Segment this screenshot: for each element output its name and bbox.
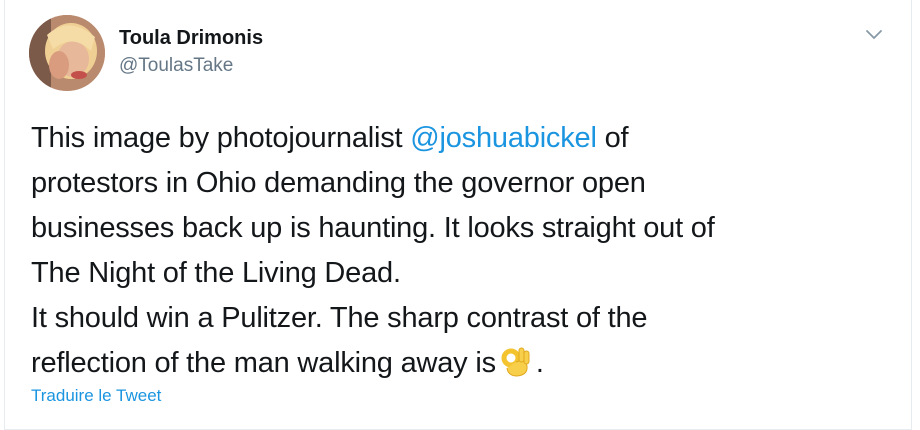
ok-hand-emoji-icon bbox=[499, 344, 533, 378]
tweet-menu-button[interactable] bbox=[863, 26, 885, 42]
tweet-text-line: It should win a Pulitzer. The sharp cont… bbox=[31, 302, 648, 334]
tweet-text-line: The Night of the Living Dead. bbox=[31, 257, 401, 289]
author-display-name[interactable]: Toula Drimonis bbox=[119, 26, 263, 50]
mention-link[interactable]: @joshuabickel bbox=[410, 122, 597, 154]
avatar-photo bbox=[29, 15, 105, 91]
author-block[interactable]: Toula Drimonis @ToulasTake bbox=[119, 26, 263, 78]
author-handle[interactable]: @ToulasTake bbox=[119, 54, 263, 78]
tweet-text-segment: reflection of the man walking away is bbox=[31, 347, 496, 379]
tweet-text-line: reflection of the man walking away is. bbox=[31, 341, 901, 386]
tweet-text-line: protestors in Ohio demanding the governo… bbox=[31, 167, 646, 199]
tweet-text-segment: . bbox=[535, 347, 544, 379]
translate-tweet-link[interactable]: Traduire le Tweet bbox=[31, 386, 161, 406]
chevron-down-icon bbox=[866, 30, 882, 39]
tweet-text-segment: of bbox=[596, 122, 629, 154]
tweet-card[interactable]: Toula Drimonis @ToulasTake This image by… bbox=[4, 0, 912, 430]
tweet-text: This image by photojournalist @joshuabic… bbox=[31, 116, 901, 386]
tweet-text-line: This image by photojournalist @joshuabic… bbox=[31, 116, 901, 161]
tweet-text-line: businesses back up is haunting. It looks… bbox=[31, 212, 715, 244]
tweet-text-segment: This image by photojournalist bbox=[31, 122, 411, 154]
avatar[interactable] bbox=[29, 15, 105, 91]
